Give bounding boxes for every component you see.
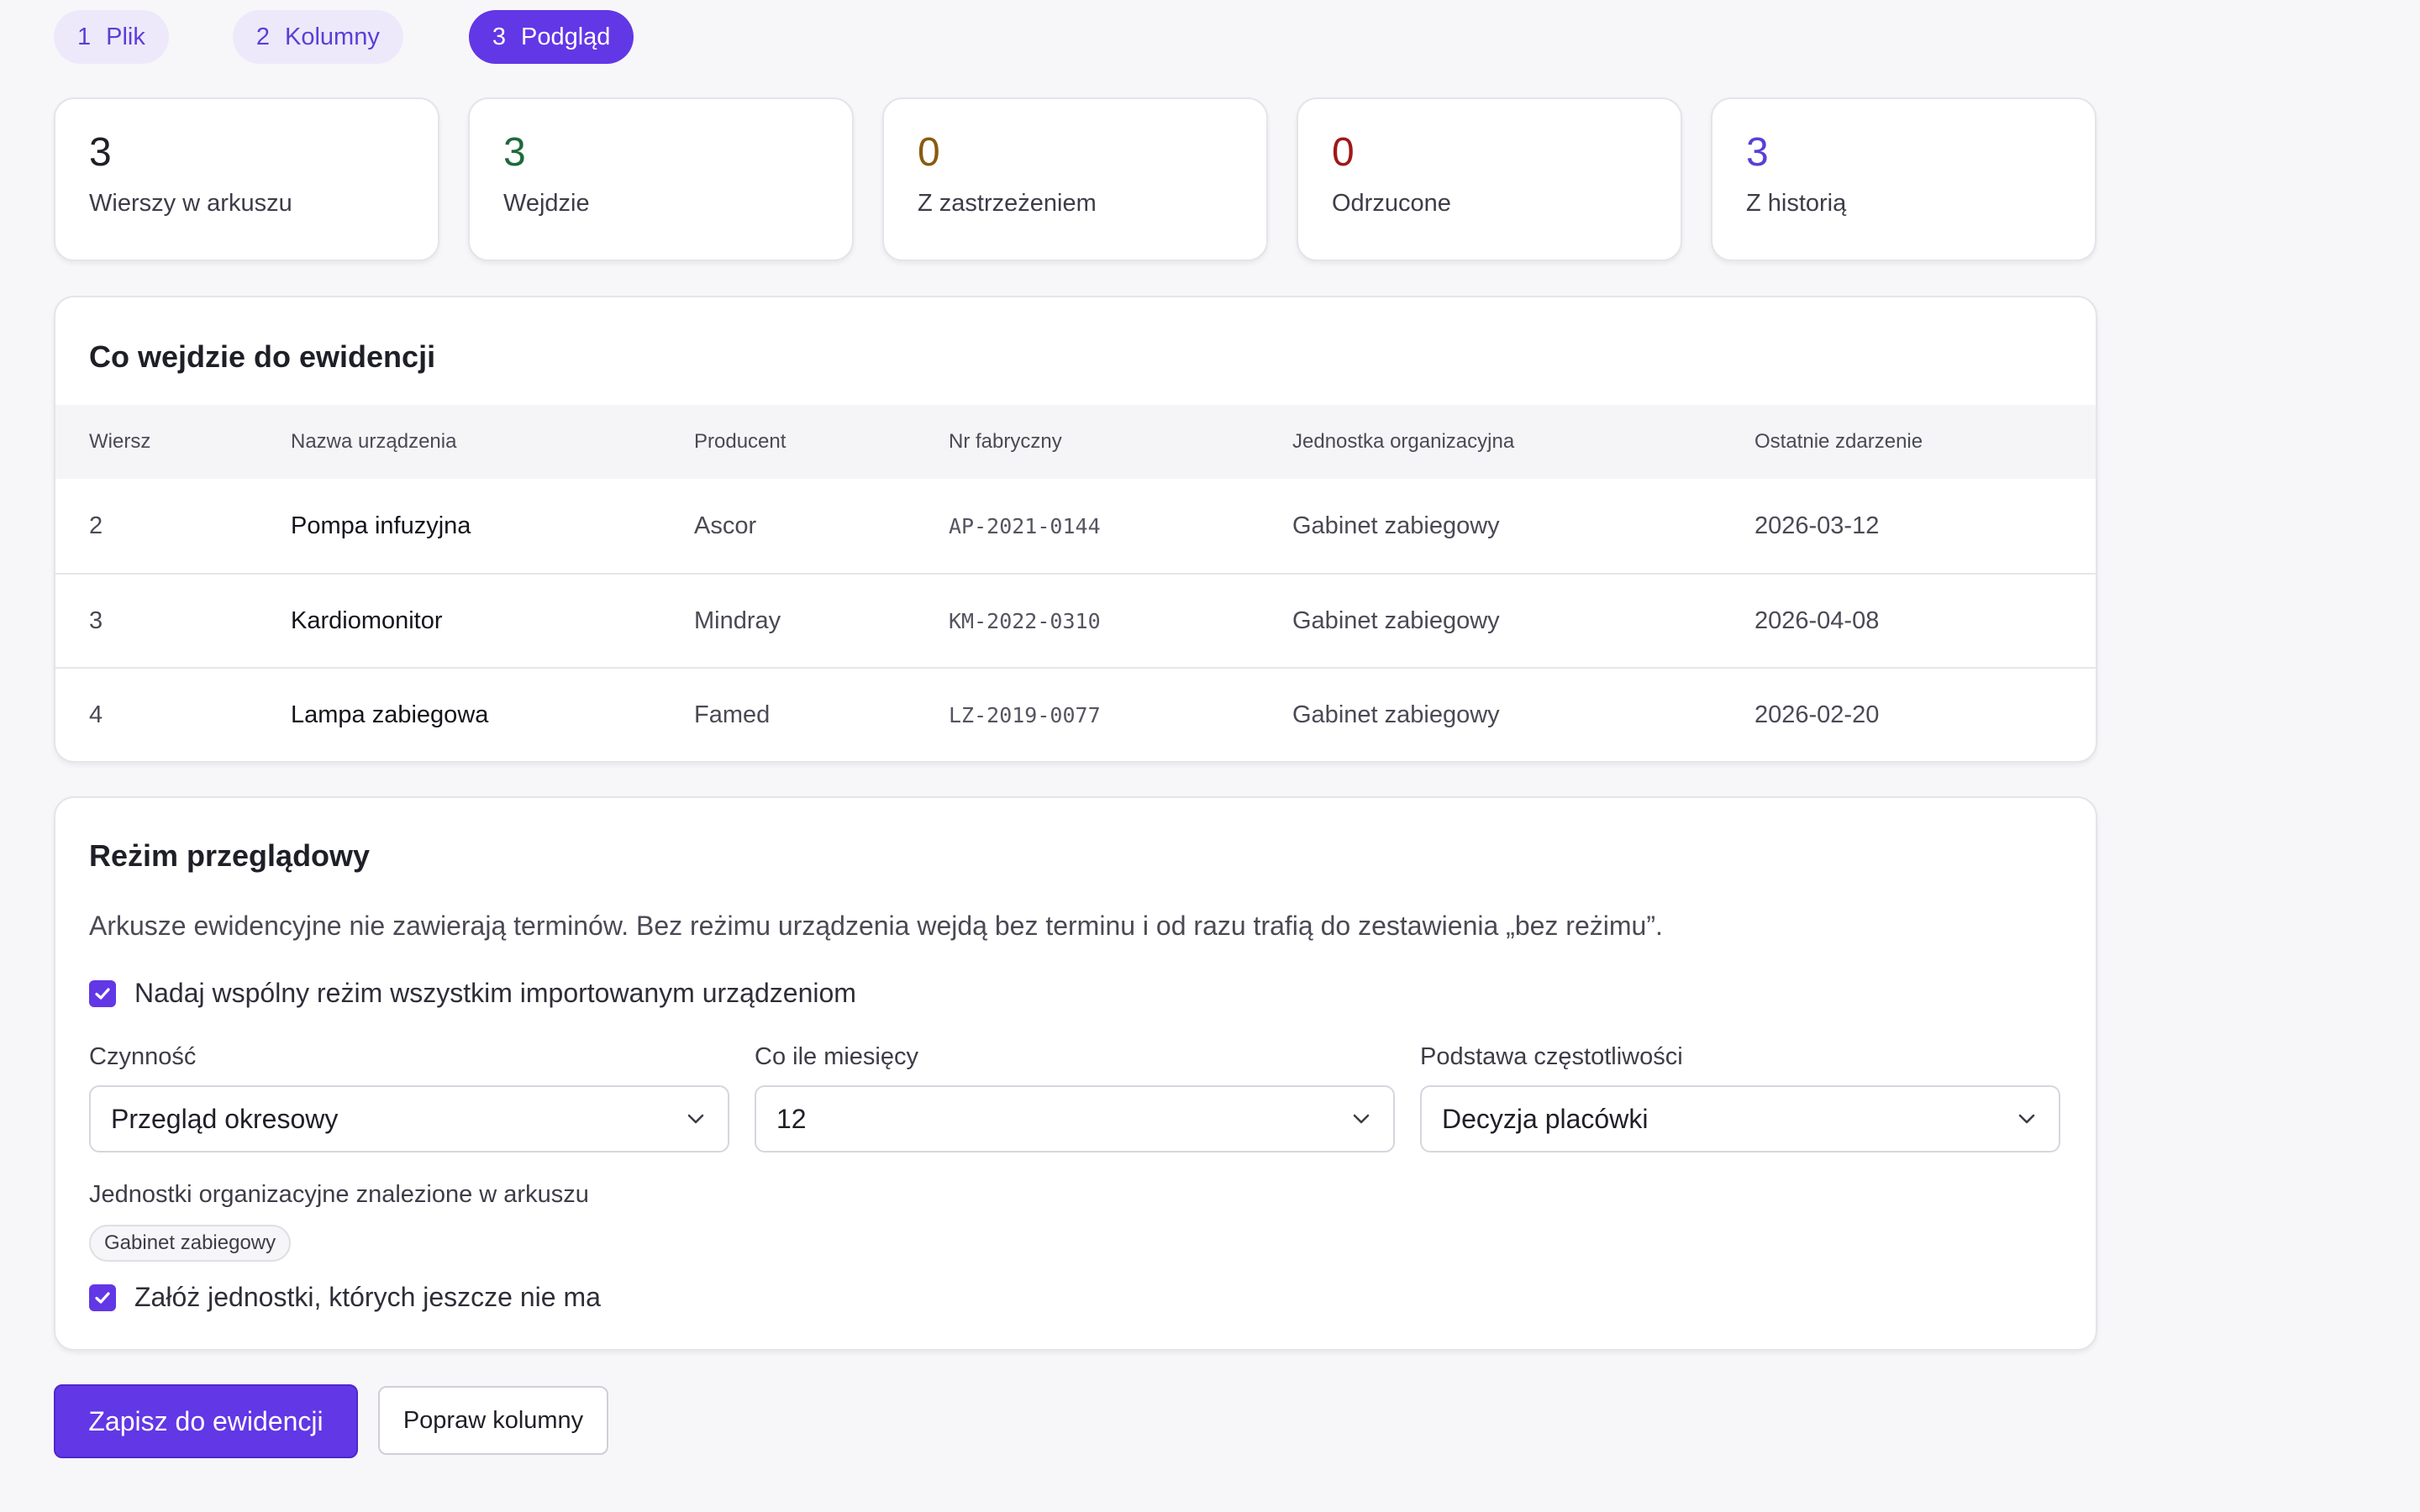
table-header: Wiersz Nazwa urządzenia Producent Nr fab… <box>55 405 2096 479</box>
step-preview[interactable]: 3 Podgląd <box>468 10 634 64</box>
chevron-down-icon <box>687 1114 704 1124</box>
step-columns[interactable]: 2 Kolumny <box>232 10 403 64</box>
units-chip-list: Gabinet zabiegowy <box>89 1225 292 1262</box>
cell-manufacturer: Famed <box>694 701 771 728</box>
check-icon <box>95 1291 110 1304</box>
apply-all-option[interactable]: Nadaj wspólny reżim wszystkim importowan… <box>89 978 856 1009</box>
cell-unit: Gabinet zabiegowy <box>1292 701 1500 728</box>
basis-value: Decyzja placówki <box>1442 1103 1649 1134</box>
stat-value: 0 <box>1332 130 1355 175</box>
unit-chip: Gabinet zabiegowy <box>89 1225 292 1262</box>
stat-label: Z historią <box>1746 190 1847 217</box>
stat-rejected: 0 Odrzucone <box>1297 97 1682 261</box>
step-label: Plik <box>106 23 145 50</box>
col-row: Wiersz <box>89 430 151 453</box>
fix-columns-button[interactable]: Popraw kolumny <box>378 1386 608 1455</box>
col-unit: Jednostka organizacyjna <box>1292 430 1515 453</box>
stat-label: Wierszy w arkuszu <box>89 190 292 217</box>
interval-label: Co ile miesięcy <box>755 1043 918 1070</box>
activity-value: Przegląd okresowy <box>111 1103 339 1134</box>
cell-manufacturer: Mindray <box>694 606 781 634</box>
cell-unit: Gabinet zabiegowy <box>1292 606 1500 634</box>
preview-panel: Co wejdzie do ewidencji Wiersz Nazwa urz… <box>54 296 2097 763</box>
col-manufacturer: Producent <box>694 430 786 453</box>
table-row: 2 Pompa infuzyjna Ascor AP-2021-0144 Gab… <box>55 479 2096 573</box>
create-units-checkbox[interactable] <box>89 1284 116 1311</box>
cell-row: 4 <box>89 701 103 728</box>
cell-last-event: 2026-02-20 <box>1754 701 1880 728</box>
stat-will-enter: 3 Wejdzie <box>468 97 854 261</box>
cell-unit: Gabinet zabiegowy <box>1292 512 1500 539</box>
step-number: 3 <box>492 23 506 50</box>
col-serial: Nr fabryczny <box>949 430 1062 453</box>
cell-last-event: 2026-03-12 <box>1754 512 1880 539</box>
stepper: 1 Plik 2 Kolumny 3 Podgląd <box>54 10 634 64</box>
check-icon <box>95 987 110 1000</box>
stat-value: 3 <box>1746 130 1769 175</box>
stat-label: Z zastrzeżeniem <box>918 190 1097 217</box>
save-to-register-button[interactable]: Zapisz do ewidencji <box>54 1384 358 1458</box>
step-number: 1 <box>77 23 92 50</box>
apply-all-checkbox[interactable] <box>89 979 116 1007</box>
table-row: 4 Lampa zabiegowa Famed LZ-2019-0077 Gab… <box>55 667 2096 761</box>
basis-select[interactable]: Decyzja placówki <box>1420 1085 2060 1152</box>
basis-label: Podstawa częstotliwości <box>1420 1043 1683 1070</box>
regime-description: Arkusze ewidencyjne nie zawierają termin… <box>89 911 1663 941</box>
col-device-name: Nazwa urządzenia <box>291 430 457 453</box>
apply-all-label: Nadaj wspólny reżim wszystkim importowan… <box>134 978 856 1008</box>
stat-with-warning: 0 Z zastrzeżeniem <box>882 97 1268 261</box>
col-last-event: Ostatnie zdarzenie <box>1754 430 1923 453</box>
cell-row: 3 <box>89 606 103 634</box>
stat-label: Odrzucone <box>1332 190 1451 217</box>
cell-last-event: 2026-04-08 <box>1754 606 1880 634</box>
stat-value: 3 <box>503 130 526 175</box>
step-label: Podgląd <box>520 23 611 50</box>
stat-value: 3 <box>89 130 112 175</box>
cell-serial: LZ-2019-0077 <box>949 702 1101 727</box>
create-units-option[interactable]: Załóż jednostki, których jeszcze nie ma <box>89 1282 601 1313</box>
create-units-label: Załóż jednostki, których jeszcze nie ma <box>134 1282 601 1312</box>
stat-rows-total: 3 Wierszy w arkuszu <box>54 97 439 261</box>
chevron-down-icon <box>1353 1114 1370 1124</box>
step-label: Kolumny <box>285 23 380 50</box>
regime-title: Reżim przeglądowy <box>89 838 371 873</box>
interval-value: 12 <box>776 1103 807 1134</box>
preview-title: Co wejdzie do ewidencji <box>89 339 436 374</box>
preview-table: Wiersz Nazwa urządzenia Producent Nr fab… <box>55 405 2096 761</box>
chevron-down-icon <box>2018 1114 2035 1124</box>
interval-select[interactable]: 12 <box>755 1085 1395 1152</box>
units-found-label: Jednostki organizacyjne znalezione w ark… <box>89 1181 589 1208</box>
activity-label: Czynność <box>89 1043 197 1070</box>
cell-device-name: Lampa zabiegowa <box>291 701 489 728</box>
cell-row: 2 <box>89 512 103 539</box>
cell-serial: AP-2021-0144 <box>949 513 1101 538</box>
stat-with-history: 3 Z historią <box>1711 97 2096 261</box>
stat-value: 0 <box>918 130 940 175</box>
activity-select[interactable]: Przegląd okresowy <box>89 1085 729 1152</box>
cell-manufacturer: Ascor <box>694 512 757 539</box>
table-body: 2 Pompa infuzyjna Ascor AP-2021-0144 Gab… <box>55 479 2096 761</box>
cell-device-name: Kardiomonitor <box>291 606 443 634</box>
cell-serial: KM-2022-0310 <box>949 608 1101 633</box>
stat-label: Wejdzie <box>503 190 590 217</box>
cell-device-name: Pompa infuzyjna <box>291 512 471 539</box>
step-number: 2 <box>255 23 271 50</box>
step-file[interactable]: 1 Plik <box>54 10 169 64</box>
regime-panel: Reżim przeglądowy Arkusze ewidencyjne ni… <box>54 796 2097 1351</box>
table-row: 3 Kardiomonitor Mindray KM-2022-0310 Gab… <box>55 573 2096 667</box>
summary-stats: 3 Wierszy w arkuszu 3 Wejdzie 0 Z zastrz… <box>54 97 2096 261</box>
